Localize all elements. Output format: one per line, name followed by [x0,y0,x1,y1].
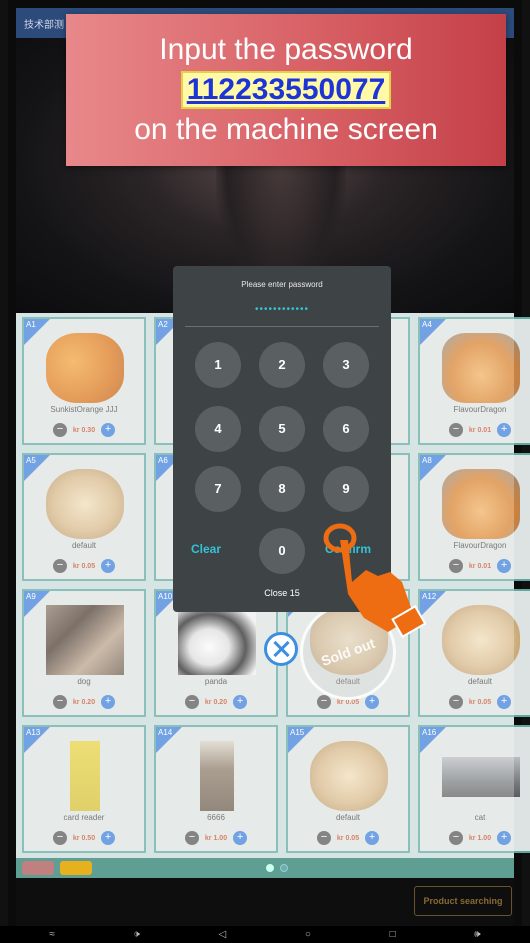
promo-password: 112233550077 [180,71,392,109]
close-icon[interactable] [264,632,298,666]
key-1[interactable]: 1 [195,342,241,388]
page-dot-active[interactable] [266,864,274,872]
home-icon[interactable]: ○ [305,929,311,940]
page-bar [16,858,514,878]
clear-button[interactable]: Clear [191,542,221,556]
bottom-area: Product searching [16,878,514,926]
password-underline [185,326,379,327]
prev-page-button[interactable] [22,861,54,875]
key-7[interactable]: 7 [195,466,241,512]
key-4[interactable]: 4 [195,406,241,452]
next-page-button[interactable] [60,861,92,875]
key-9[interactable]: 9 [323,466,369,512]
volume-up-icon[interactable]: 🕪 [474,929,480,940]
password-field[interactable]: •••••••••••• [173,304,391,315]
key-3[interactable]: 3 [323,342,369,388]
promo-line-2: on the machine screen [134,113,438,146]
key-6[interactable]: 6 [323,406,369,452]
dialog-title: Please enter password [241,280,323,289]
key-5[interactable]: 5 [259,406,305,452]
recents-icon[interactable]: □ [390,929,396,940]
kiosk-screen: 技术部测 260018 A1 SunkistOrange JJJ − kr 0.… [0,0,530,943]
key-8[interactable]: 8 [259,466,305,512]
pointing-hand-icon [323,523,427,639]
volume-down-icon[interactable]: 🕩 [134,929,140,940]
keyboard-icon[interactable]: ≈ [49,929,55,940]
promo-banner: Input the password 112233550077 on the m… [66,14,506,166]
top-bar-left-text: 技术部测 [24,19,64,31]
product-search-button[interactable]: Product searching [414,886,512,916]
page-dot[interactable] [280,864,288,872]
key-2[interactable]: 2 [259,342,305,388]
system-navbar: ≈ 🕩 ◁ ○ □ 🕪 [0,926,530,943]
back-icon[interactable]: ◁ [218,929,226,940]
key-0[interactable]: 0 [259,528,305,574]
promo-line-1: Input the password [159,33,413,66]
